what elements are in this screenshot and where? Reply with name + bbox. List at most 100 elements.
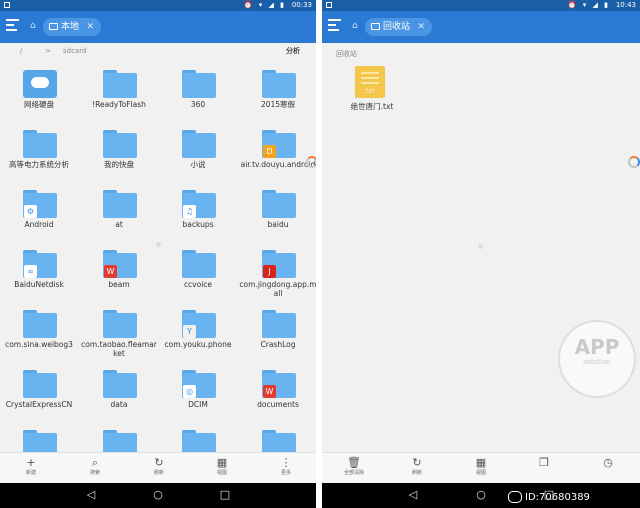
home-button[interactable]: ○ xyxy=(474,489,488,501)
watermark-line1: APP xyxy=(574,335,620,359)
history-icon: ◷ xyxy=(603,456,613,469)
file-item[interactable]: 360 xyxy=(163,66,233,122)
file-item[interactable]: ◎ DCIM xyxy=(163,366,233,422)
wechat-icon xyxy=(508,491,522,503)
toolbar-label: 刷新 xyxy=(153,470,164,476)
file-item[interactable]: 2015寒假 xyxy=(243,66,313,122)
wechat-id: ID:70680389 xyxy=(525,492,590,503)
folder-icon xyxy=(262,190,296,218)
folder-app-icon: W xyxy=(103,250,137,278)
file-name: backups xyxy=(182,220,214,229)
file-name: 我的快盘 xyxy=(104,160,134,169)
breadcrumb-current[interactable]: sdcard xyxy=(63,43,86,60)
close-icon[interactable]: ✕ xyxy=(86,18,94,36)
folder-icon xyxy=(103,190,137,218)
loading-spinner xyxy=(628,156,640,168)
file-item[interactable]: 网络硬盘 xyxy=(4,66,74,122)
file-item[interactable]: Jcom.jingdong.app.mall xyxy=(239,246,316,302)
file-item[interactable]: Wbeam xyxy=(84,246,154,302)
scroll-dot xyxy=(478,244,483,249)
home-icon[interactable]: ⌂ xyxy=(30,22,38,31)
file-item[interactable]: !ReadyToFlash xyxy=(84,66,154,122)
search-icon: ⌕ xyxy=(91,456,99,469)
search-button[interactable]: ⌕ 搜索 xyxy=(77,456,113,477)
location-tab-label: 回收站 xyxy=(383,22,411,32)
notification-icon xyxy=(4,2,10,8)
recents-button[interactable]: □ xyxy=(218,489,232,501)
refresh-button[interactable]: ↻ 刷新 xyxy=(141,456,177,477)
recycle-bin-icon xyxy=(371,23,380,30)
file-item[interactable]: com.taobao.fleamarket xyxy=(81,306,157,362)
folder-backup-icon: ♫ xyxy=(182,190,216,218)
folder-app-icon: ∞ xyxy=(23,250,57,278)
bottom-toolbar: + 新建 ⌕ 搜索 ↻ 刷新 ▦ 视图 ⋮ 更多 xyxy=(0,452,316,483)
window-button[interactable]: ❐ xyxy=(526,456,562,469)
file-name: 2015寒假 xyxy=(260,100,296,109)
close-icon[interactable]: ✕ xyxy=(417,18,425,36)
app-badge-icon: ◎ xyxy=(183,385,196,398)
location-tab[interactable]: 本地 ✕ xyxy=(43,18,102,36)
folder-icon xyxy=(103,70,137,98)
file-name: 小说 xyxy=(190,160,206,169)
file-name: com.taobao.fleamarket xyxy=(81,340,157,358)
file-name: !ReadyToFlash xyxy=(92,100,146,109)
toolbar-label: 视图 xyxy=(216,470,227,476)
toolbar-label: 刷新 xyxy=(411,470,422,476)
file-item[interactable]: 小说 xyxy=(163,126,233,182)
file-item[interactable]: Ycom.youku.phone xyxy=(163,306,233,362)
analyze-button[interactable]: 分析 xyxy=(286,43,300,60)
history-button[interactable]: ◷ xyxy=(590,456,626,469)
file-name: Android xyxy=(24,220,54,229)
file-item[interactable]: ♫ backups xyxy=(163,186,233,242)
back-button[interactable]: ◁ xyxy=(406,489,420,501)
breadcrumb: / > sdcard 分析 xyxy=(0,43,316,60)
status-icons: ⏰ ▾ ◢ ▮ xyxy=(243,1,286,9)
file-item[interactable]: data xyxy=(84,366,154,422)
folder-icon xyxy=(23,310,57,338)
file-item[interactable]: CrashLog xyxy=(243,306,313,362)
folder-app-icon: J xyxy=(262,250,296,278)
file-item[interactable]: Dair.tv.douyu.android xyxy=(241,126,315,182)
app-solution-watermark: APP solution xyxy=(558,320,636,398)
menu-icon[interactable] xyxy=(6,19,19,32)
grid-view-button[interactable]: ▦ 视图 xyxy=(204,456,240,477)
more-button[interactable]: ⋮ 更多 xyxy=(268,456,304,477)
file-item[interactable]: TXT 绝世唐门.txt xyxy=(342,66,402,116)
home-icon[interactable]: ⌂ xyxy=(352,22,360,31)
file-item[interactable]: ∞ BaiduNetdisk xyxy=(4,246,74,302)
file-item[interactable]: com.sina.weibog3 xyxy=(4,306,74,362)
back-button[interactable]: ◁ xyxy=(84,489,98,501)
refresh-button[interactable]: ↻ 刷新 xyxy=(399,456,435,477)
file-name: 360 xyxy=(190,100,206,109)
file-item[interactable]: CrystalExpressCN xyxy=(4,366,74,422)
file-name: BaiduNetdisk xyxy=(14,280,64,289)
app-badge-icon: D xyxy=(263,145,276,158)
folder-app-icon: D xyxy=(262,130,296,158)
breadcrumb-separator: > xyxy=(45,47,51,55)
file-item[interactable]: 高等电力系统分析 xyxy=(4,126,74,182)
grid-view-button[interactable]: ▦ 视图 xyxy=(463,456,499,477)
file-item[interactable]: Wdocuments xyxy=(243,366,313,422)
location-tab[interactable]: 回收站 ✕ xyxy=(365,18,433,36)
home-button[interactable]: ○ xyxy=(151,489,165,501)
breadcrumb-root[interactable]: / xyxy=(20,43,22,60)
plus-button[interactable]: + 新建 xyxy=(13,456,49,477)
file-item[interactable]: ccvoice xyxy=(163,246,233,302)
file-item[interactable]: at xyxy=(84,186,154,242)
file-name: com.jingdong.app.mall xyxy=(239,280,316,298)
notification-icon xyxy=(326,2,332,8)
trash-button[interactable]: 🗑 全部清除 xyxy=(336,456,372,477)
file-item[interactable]: baidu xyxy=(243,186,313,242)
plus-icon: + xyxy=(26,456,36,469)
file-item[interactable]: 我的快盘 xyxy=(84,126,154,182)
file-name: 绝世唐门.txt xyxy=(350,102,394,111)
file-name: documents xyxy=(257,400,299,409)
nav-bar: ◁ ○ □ xyxy=(0,483,316,508)
status-bar: ⏰ ▾ ◢ ▮ 10:43 xyxy=(322,0,640,11)
loading-spinner xyxy=(306,156,316,168)
file-item[interactable]: ⚙ Android xyxy=(4,186,74,242)
menu-icon[interactable] xyxy=(328,19,341,32)
trash-icon: 🗑 xyxy=(347,456,361,469)
folder-icon xyxy=(182,130,216,158)
scroll-dot xyxy=(156,242,161,247)
